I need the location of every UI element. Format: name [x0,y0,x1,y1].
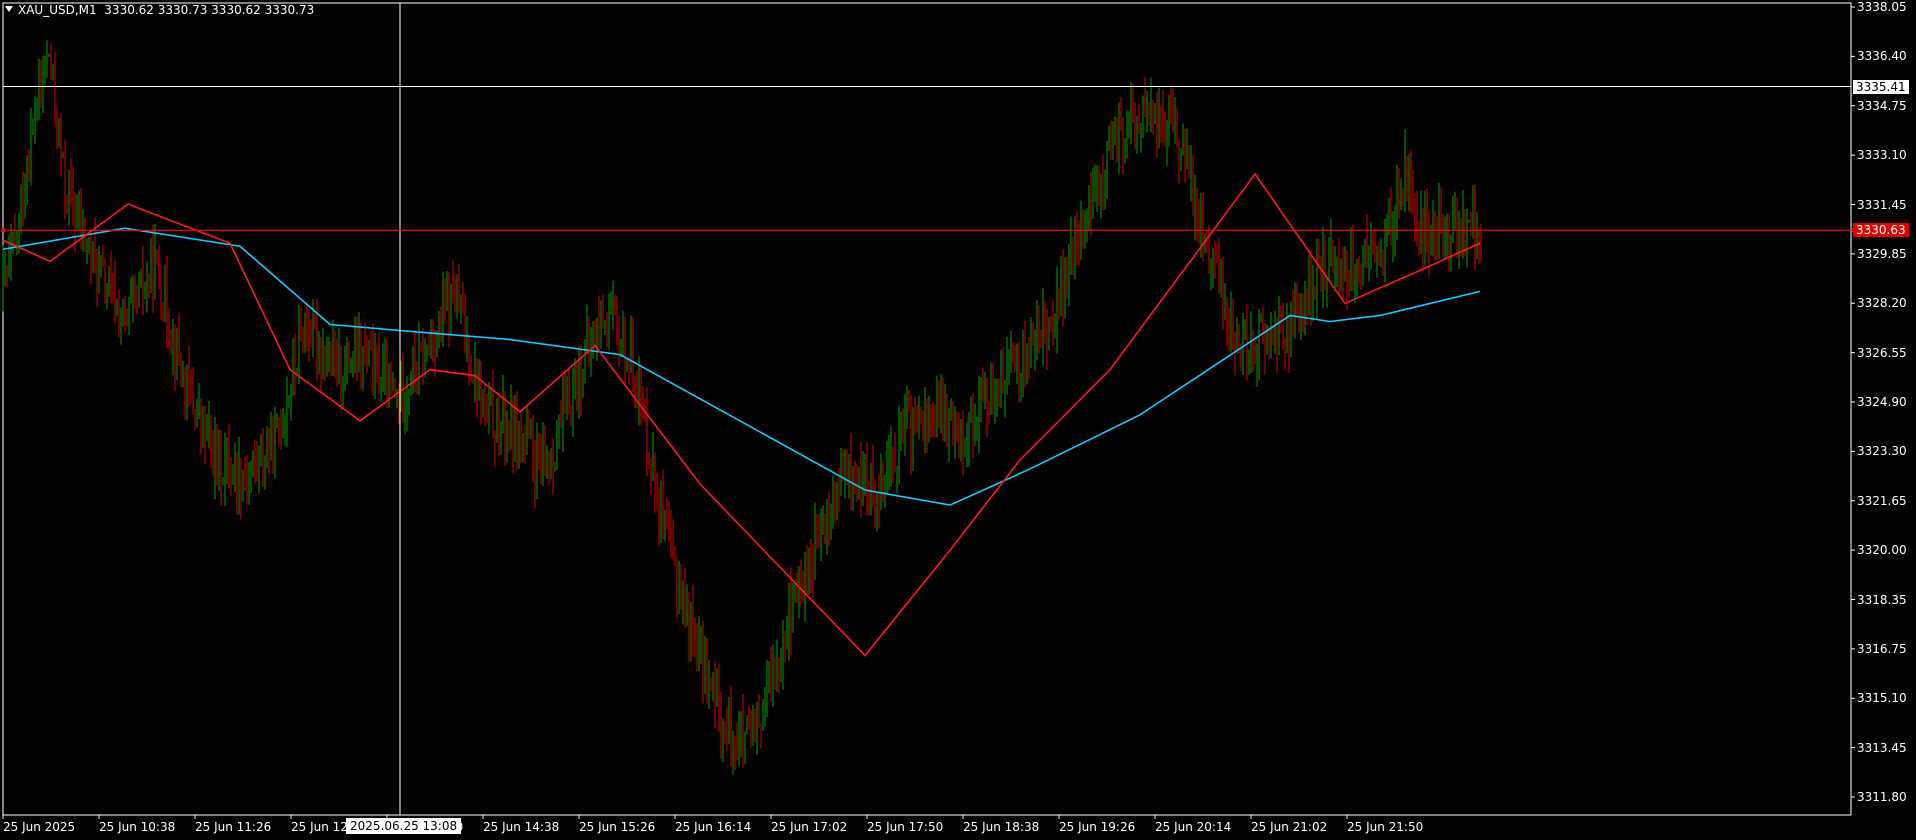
x-tick-label: 25 Jun 10:38 [99,820,176,834]
x-tick-label: 25 Jun 17:02 [771,820,848,834]
x-tick-label: 25 Jun 20:14 [1155,820,1232,834]
ma-fast-line [2,172,1481,657]
y-tick-label: 3328.20 [1857,296,1907,311]
y-tick-label: 3336.40 [1857,49,1907,64]
y-tick-label: 3316.75 [1857,641,1907,656]
y-tick-label: 3329.85 [1857,246,1907,261]
bid-price-tag: 3330.63 [1853,223,1909,237]
symbol-label: XAU_USD,M1 [18,3,97,17]
x-tick-label: 25 Jun 21:50 [1347,820,1424,834]
chart-header: XAU_USD,M1 3330.62 3330.73 3330.62 3330.… [5,3,314,17]
x-tick-label: 25 Jun 17:50 [867,820,944,834]
x-tick-label: 25 Jun 18:38 [963,820,1040,834]
x-tick-label: 25 Jun 19:26 [1059,820,1136,834]
y-tick-label: 3315.10 [1857,691,1907,706]
x-tick-label: 25 Jun 16:14 [675,820,752,834]
y-tick-label: 3326.55 [1857,345,1907,360]
collapse-triangle-icon[interactable] [5,6,13,12]
x-tick-label: 25 Jun 11:26 [195,820,272,834]
crosshair-price-tag: 3335.41 [1853,80,1909,94]
y-tick-label: 3318.35 [1857,592,1907,607]
y-tick-label: 3338.05 [1857,0,1907,14]
crosshair-time-tag: 2025.06.25 13:08 [346,818,462,834]
y-tick-label: 3320.00 [1857,543,1907,558]
y-tick-label: 3323.30 [1857,444,1907,459]
y-tick-label: 3311.80 [1857,790,1907,804]
x-tick-label: 25 Jun 2025 [3,820,76,834]
bid-marker-left [1,228,5,233]
x-tick-label: 25 Jun 21:02 [1251,820,1328,834]
y-tick-label: 3324.90 [1857,395,1907,409]
ohlc-label: 3330.62 3330.73 3330.62 3330.73 [104,3,315,17]
x-tick-label: 25 Jun 14:38 [483,820,560,834]
y-tick-label: 3334.75 [1857,98,1907,113]
y-tick-label: 3321.65 [1857,493,1907,508]
y-tick-label: 3313.45 [1857,740,1907,755]
x-tick-label: 25 Jun 12 [291,820,348,834]
y-tick-label: 3333.10 [1857,148,1907,163]
chart-canvas[interactable] [0,0,1916,840]
y-tick-label: 3331.45 [1857,197,1907,212]
x-tick-label: 25 Jun 15:26 [579,820,656,834]
